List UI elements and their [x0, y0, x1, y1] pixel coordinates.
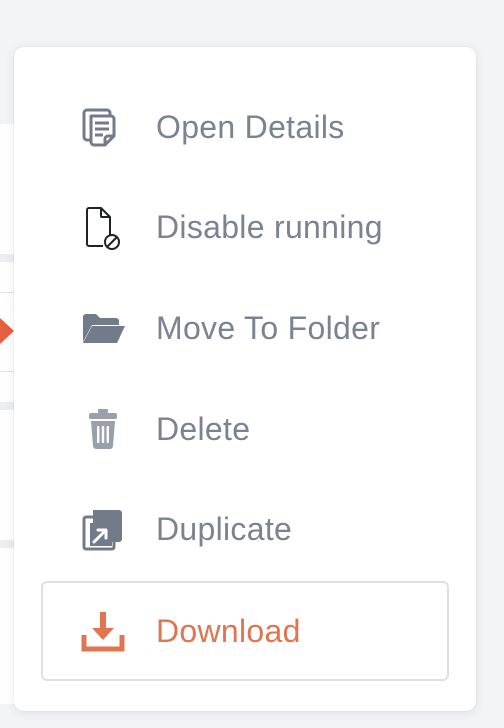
- trash-icon: [79, 405, 127, 453]
- menu-item-disable-running[interactable]: Disable running: [41, 177, 449, 277]
- row-marker-icon: [0, 318, 14, 344]
- duplicate-icon: [79, 505, 127, 553]
- menu-item-label: Move To Folder: [156, 309, 381, 346]
- file-disabled-icon: [79, 203, 127, 251]
- menu-item-download[interactable]: Download: [41, 581, 449, 681]
- menu-item-delete[interactable]: Delete: [41, 379, 449, 479]
- menu-item-label: Duplicate: [156, 510, 293, 547]
- menu-item-duplicate[interactable]: Duplicate: [41, 479, 449, 579]
- documents-icon: [79, 103, 127, 151]
- folder-open-icon: [79, 304, 127, 352]
- context-menu: Open Details Disable running Move To Fol…: [14, 47, 476, 711]
- menu-item-move-to-folder[interactable]: Move To Folder: [41, 278, 449, 378]
- menu-item-label: Open Details: [156, 108, 345, 145]
- menu-item-label: Download: [156, 612, 301, 649]
- menu-item-label: Delete: [156, 410, 251, 447]
- menu-item-label: Disable running: [156, 208, 383, 245]
- download-icon: [79, 607, 127, 655]
- menu-item-open-details[interactable]: Open Details: [41, 77, 449, 177]
